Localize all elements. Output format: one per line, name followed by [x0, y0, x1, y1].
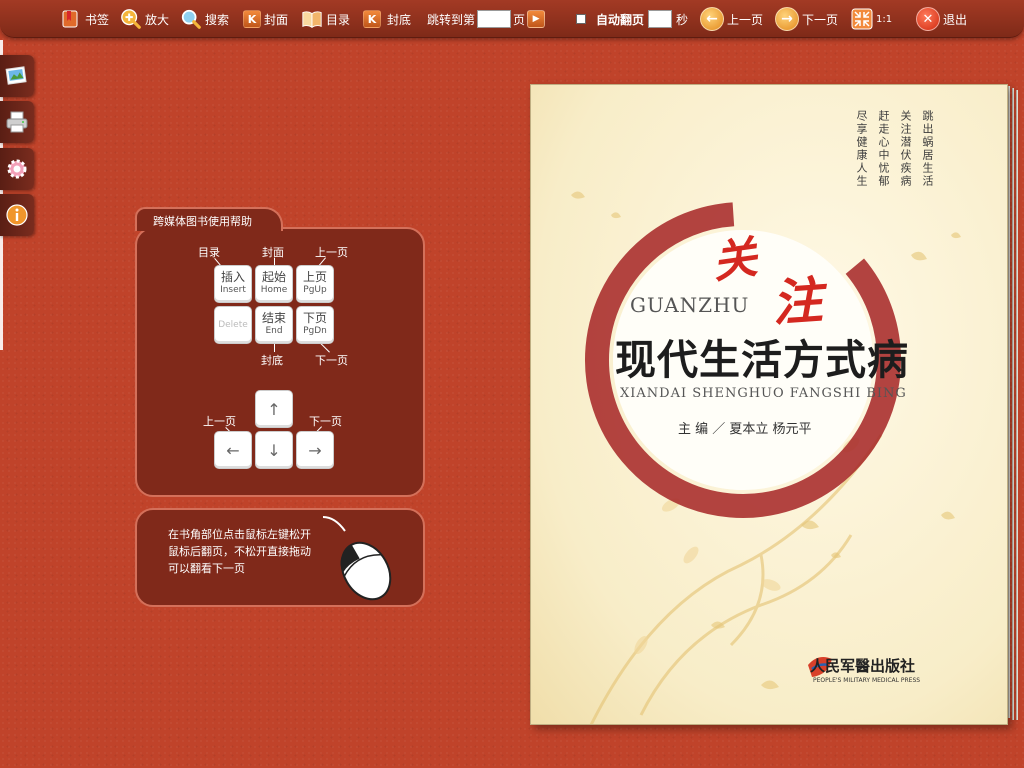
- key-home: 起始 Home: [255, 265, 293, 303]
- cover-artwork: [571, 191, 961, 724]
- search-icon: [180, 8, 202, 30]
- leader-line: [274, 344, 275, 352]
- sidebar-item-info[interactable]: [0, 194, 34, 236]
- key-insert: 插入 Insert: [214, 265, 252, 303]
- sidebar-item-settings[interactable]: [0, 148, 34, 190]
- page-edge: [1012, 88, 1014, 720]
- page-edge: [1008, 86, 1010, 718]
- arrow-up-icon: ↑: [267, 399, 281, 419]
- label-arrow-prev-page: 上一页: [203, 415, 236, 428]
- help-panel-title: 跨媒体图书使用帮助: [135, 207, 283, 231]
- last-page-icon: K: [363, 10, 381, 28]
- open-book-icon: [301, 8, 323, 30]
- first-page-icon: K: [243, 10, 261, 28]
- label-prev-page: 上一页: [315, 246, 348, 259]
- settings-gear-icon: [5, 157, 29, 181]
- bookmark-button[interactable]: 书签: [60, 7, 109, 31]
- key-delete: Delete: [214, 306, 252, 344]
- book-pinyin-top: GUANZHU: [630, 293, 750, 317]
- key-arrow-right: →: [296, 431, 334, 469]
- arrow-left-icon: ←: [700, 7, 724, 31]
- close-icon: ✕: [916, 7, 940, 31]
- book-title-red-char-1: 关: [709, 232, 760, 289]
- page-number-input[interactable]: [477, 10, 512, 28]
- label-cover: 封面: [262, 246, 284, 259]
- key-pgup: 上页 PgUp: [296, 265, 334, 303]
- mouse-help-text: 在书角部位点击鼠标左键松开鼠标后翻页，不松开直接拖动可以翻看下一页: [168, 528, 311, 575]
- bookmark-icon: [60, 8, 82, 30]
- sidebar-item-gallery[interactable]: [0, 55, 34, 97]
- slogan-line-2: 关注潜伏疾病: [899, 110, 912, 188]
- actual-size-button[interactable]: 1:1: [851, 7, 892, 31]
- slogan-line-1: 跳出蜗居生活: [921, 110, 934, 188]
- jump-to-page: 跳转到第 页 ▶: [427, 7, 546, 31]
- auto-flip: 自动翻页 秒: [576, 7, 688, 31]
- next-page-button[interactable]: → 下一页: [775, 7, 838, 31]
- back-cover-button[interactable]: K 封底: [363, 7, 411, 31]
- zoom-in-icon: [120, 8, 142, 30]
- auto-flip-seconds-input[interactable]: [648, 10, 673, 28]
- book-publisher: 人民军醫出版社: [810, 657, 916, 675]
- key-arrow-up: ↑: [255, 390, 293, 428]
- gallery-icon: [5, 64, 29, 88]
- label-next-page: 下一页: [315, 354, 348, 367]
- mouse-icon: [322, 516, 392, 601]
- cover-button[interactable]: K 封面: [243, 7, 288, 31]
- arrow-down-icon: ↓: [267, 440, 281, 460]
- page-edge: [1016, 90, 1018, 720]
- toolbar: 书签 放大 搜索 K 封面 目录 K 封底 跳转到第 页 ▶ 自动翻页 秒 ← …: [0, 0, 1024, 38]
- book-authors: 主 编 ／ 夏本立 杨元平: [678, 422, 812, 437]
- slogan-line-3: 赶走心中忧郁: [877, 110, 890, 188]
- book-title: 现代生活方式病: [615, 336, 909, 384]
- prev-page-button[interactable]: ← 上一页: [700, 7, 763, 31]
- arrow-right-icon: →: [775, 7, 799, 31]
- book-cover[interactable]: [530, 84, 1008, 725]
- fit-size-icon: [851, 8, 873, 30]
- play-icon: ▶: [532, 14, 540, 24]
- auto-flip-checkbox[interactable]: [576, 14, 586, 24]
- search-button[interactable]: 搜索: [180, 7, 229, 31]
- book-pinyin-bottom: XIANDAI SHENGHUO FANGSHI BING: [620, 386, 907, 401]
- label-arrow-next-page: 下一页: [309, 415, 342, 428]
- toc-button[interactable]: 目录: [301, 7, 350, 31]
- key-end: 结束 End: [255, 306, 293, 344]
- label-toc: 目录: [198, 246, 220, 259]
- slogan-line-4: 尽享健康人生: [855, 110, 868, 188]
- label-back-cover: 封底: [261, 354, 283, 367]
- info-icon: [5, 203, 29, 227]
- exit-button[interactable]: ✕ 退出: [916, 7, 967, 31]
- key-pgdn: 下页 PgDn: [296, 306, 334, 344]
- arrow-right-icon: →: [308, 440, 322, 460]
- book-publisher-en: PEOPLE'S MILITARY MEDICAL PRESS: [813, 677, 921, 684]
- go-button[interactable]: ▶: [527, 10, 546, 28]
- key-arrow-left: ←: [214, 431, 252, 469]
- arrow-left-icon: ←: [226, 440, 240, 460]
- key-arrow-down: ↓: [255, 431, 293, 469]
- book-title-red-char-2: 注: [770, 270, 825, 333]
- zoom-in-button[interactable]: 放大: [120, 7, 169, 31]
- printer-icon: [5, 110, 29, 134]
- sidebar-item-print[interactable]: [0, 101, 34, 143]
